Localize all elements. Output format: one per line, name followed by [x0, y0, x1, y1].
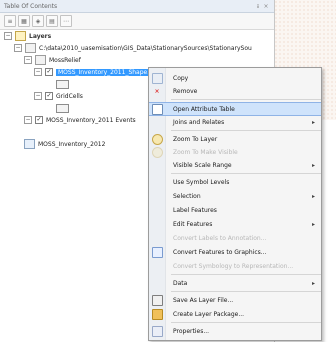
layer-visibility-checkbox[interactable]: ✓: [45, 92, 53, 100]
menu-item-convert-features-to-graphics[interactable]: Convert Features to Graphics...: [149, 246, 321, 258]
menu-label: Properties...: [173, 327, 210, 335]
folder-icon: [25, 43, 36, 53]
close-icon[interactable]: ×: [262, 3, 270, 10]
collapse-icon[interactable]: −: [4, 32, 12, 40]
legend-swatch-icon: [56, 103, 69, 113]
menu-label: Label Features: [173, 206, 217, 214]
save-layer-icon: [151, 294, 163, 306]
menu-label: Create Layer Package...: [173, 310, 245, 318]
menu-item-data[interactable]: Data ▸: [149, 277, 321, 289]
attribute-table-icon: [151, 103, 163, 115]
context-menu: Copy × Remove Open Attribute Table Joins…: [148, 67, 322, 341]
toc-title-bar: Table Of Contents ᵻ ×: [0, 0, 274, 13]
menu-item-joins-and-relates[interactable]: Joins and Relates ▸: [149, 116, 321, 128]
folder-path-label: C:\data\2010_uasemisation\GIS_Data\Stati…: [39, 44, 252, 52]
zoom-icon: [151, 133, 163, 145]
legend-row: [56, 78, 69, 90]
menu-item-label-features[interactable]: Label Features: [149, 204, 321, 216]
collapse-icon[interactable]: −: [34, 92, 42, 100]
inventory-layer-node[interactable]: MOSS_Inventory_2012: [24, 138, 105, 150]
menu-item-visible-scale-range[interactable]: Visible Scale Range ▸: [149, 159, 321, 171]
toc-title: Table Of Contents: [4, 2, 58, 10]
menu-separator: [171, 130, 321, 131]
menu-item-remove[interactable]: × Remove: [149, 85, 321, 97]
options-icon[interactable]: ⋯: [60, 15, 72, 27]
menu-label: Convert Symbology to Representation...: [173, 262, 294, 270]
menu-item-copy[interactable]: Copy: [149, 72, 321, 84]
submenu-arrow-icon: ▸: [311, 118, 315, 126]
menu-label: Save As Layer File...: [173, 296, 234, 304]
gridcells-node[interactable]: − ✓ GridCells: [34, 90, 83, 102]
menu-item-use-symbol-levels[interactable]: Use Symbol Levels: [149, 176, 321, 188]
menu-label: Zoom To Layer: [173, 135, 218, 143]
menu-item-zoom-to-make-visible: Zoom To Make Visible: [149, 146, 321, 158]
menu-item-selection[interactable]: Selection ▸: [149, 190, 321, 202]
menu-separator: [171, 99, 321, 100]
menu-label: Convert Features to Graphics...: [173, 248, 267, 256]
submenu-arrow-icon: ▸: [311, 220, 315, 228]
inventory-layer-label: MOSS_Inventory_2012: [38, 140, 106, 148]
collapse-icon[interactable]: −: [34, 68, 42, 76]
menu-label: Edit Features: [173, 220, 213, 228]
submenu-arrow-icon: ▸: [311, 192, 315, 200]
submenu-arrow-icon: ▸: [311, 279, 315, 287]
menu-item-convert-labels: Convert Labels to Annotation...: [149, 232, 321, 244]
zoom-visible-icon: [151, 146, 163, 158]
events-layer-label: MOSS_Inventory_2011 Events: [46, 116, 136, 124]
menu-label: Remove: [173, 87, 198, 95]
list-by-selection-icon[interactable]: ▤: [46, 15, 58, 27]
menu-item-edit-features[interactable]: Edit Features ▸: [149, 218, 321, 230]
menu-item-convert-symbology: Convert Symbology to Representation...: [149, 260, 321, 272]
menu-item-create-layer-package[interactable]: Create Layer Package...: [149, 308, 321, 320]
layer-visibility-checkbox[interactable]: ✓: [35, 116, 43, 124]
layers-icon: [15, 31, 26, 41]
menu-label: Open Attribute Table: [173, 105, 235, 113]
menu-label: Zoom To Make Visible: [173, 148, 238, 156]
submenu-arrow-icon: ▸: [311, 161, 315, 169]
remove-icon: ×: [154, 87, 160, 95]
legend-swatch-icon: [56, 79, 69, 89]
properties-icon: [151, 325, 163, 337]
layer-package-icon: [151, 308, 163, 320]
list-by-drawing-order-icon[interactable]: ≡: [4, 15, 16, 27]
database-icon: [35, 55, 46, 65]
layers-label: Layers: [29, 32, 52, 40]
menu-separator: [171, 322, 321, 323]
toc-toolbar: ≡ ▦ ◈ ▤ ⋯: [0, 13, 274, 30]
copy-icon: [151, 72, 163, 84]
menu-item-open-attribute-table[interactable]: Open Attribute Table: [149, 102, 321, 116]
layer-visibility-checkbox[interactable]: ✓: [45, 68, 53, 76]
menu-label: Visible Scale Range: [173, 161, 232, 169]
menu-label: Data: [173, 279, 188, 287]
menu-item-save-as-layer-file[interactable]: Save As Layer File...: [149, 294, 321, 306]
collapse-icon[interactable]: −: [24, 116, 32, 124]
graphics-icon: [151, 246, 163, 258]
menu-separator: [171, 291, 321, 292]
layers-node[interactable]: − Layers: [4, 30, 51, 42]
selected-layer-node[interactable]: − ✓ MOSS_Inventory_2011_Shape...: [34, 66, 155, 78]
mossrelief-label: MossRelief: [49, 56, 81, 64]
list-by-source-icon[interactable]: ▦: [18, 15, 30, 27]
menu-item-zoom-to-layer[interactable]: Zoom To Layer: [149, 133, 321, 145]
pin-icon[interactable]: ᵻ: [254, 3, 262, 10]
gridcells-label: GridCells: [56, 92, 83, 100]
menu-label: Selection: [173, 192, 201, 200]
legend-row: [56, 102, 69, 114]
menu-item-properties[interactable]: Properties...: [149, 325, 321, 337]
collapse-icon[interactable]: −: [14, 44, 22, 52]
menu-separator: [171, 274, 321, 275]
collapse-icon[interactable]: −: [24, 56, 32, 64]
selected-layer-label: MOSS_Inventory_2011_Shape...: [56, 68, 155, 76]
mossrelief-node[interactable]: − MossRelief: [24, 54, 81, 66]
menu-label: Copy: [173, 74, 189, 82]
events-layer-node[interactable]: − ✓ MOSS_Inventory_2011 Events: [24, 114, 136, 126]
menu-label: Joins and Relates: [173, 118, 225, 126]
list-by-visibility-icon[interactable]: ◈: [32, 15, 44, 27]
folder-node[interactable]: − C:\data\2010_uasemisation\GIS_Data\Sta…: [14, 42, 252, 54]
menu-label: Use Symbol Levels: [173, 178, 230, 186]
table-icon: [24, 139, 35, 149]
menu-label: Convert Labels to Annotation...: [173, 234, 267, 242]
menu-separator: [171, 173, 321, 174]
